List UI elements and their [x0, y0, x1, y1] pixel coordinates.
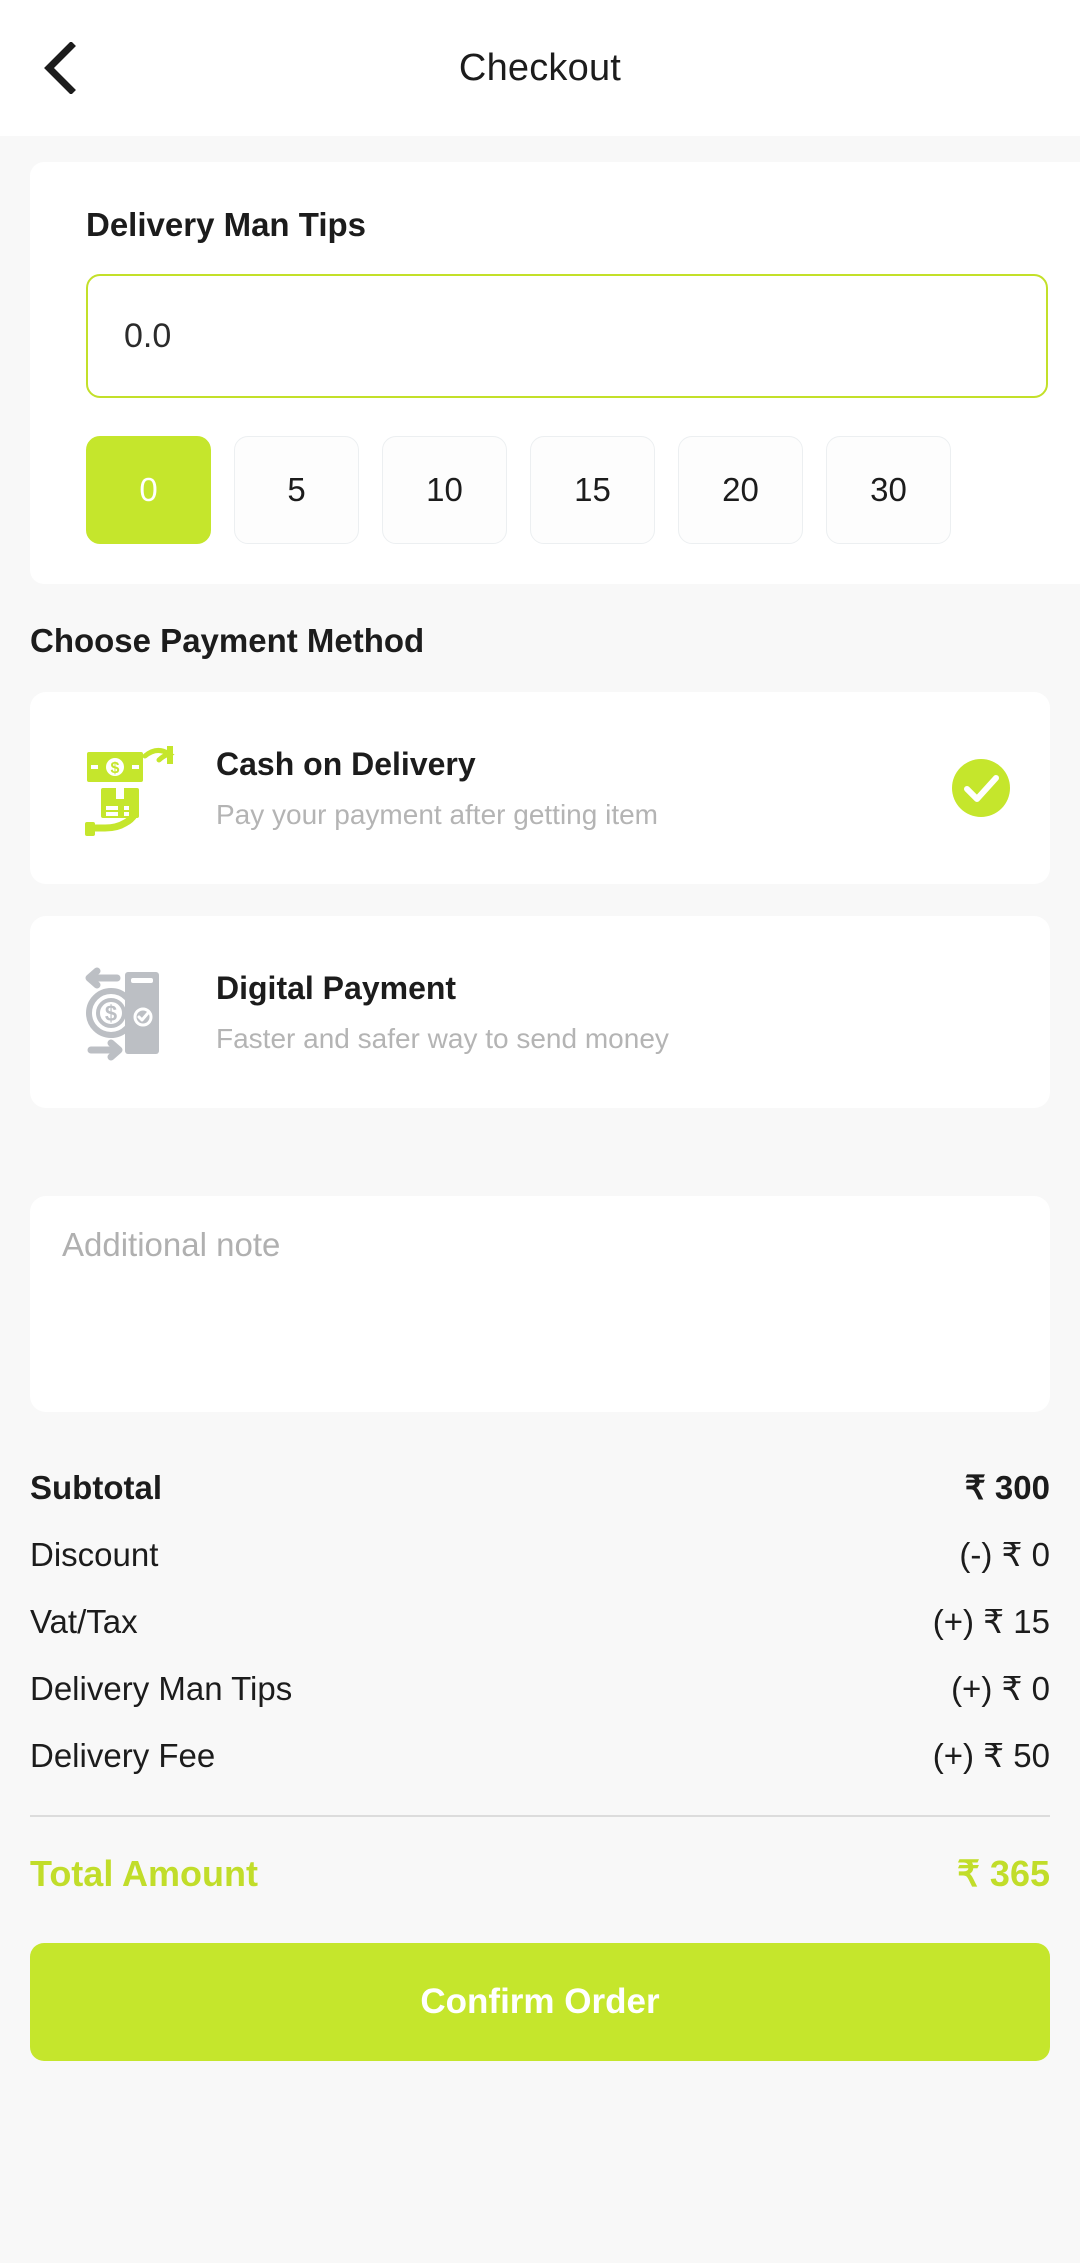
tip-chip-1[interactable]: 5: [234, 436, 359, 544]
tip-chip-4[interactable]: 20: [678, 436, 803, 544]
total-amount-value: ₹ 365: [957, 1853, 1050, 1894]
payment-method-title: Cash on Delivery: [216, 745, 476, 782]
tip-chip-5[interactable]: 30: [826, 436, 951, 544]
summary-row-subtotal: Subtotal ₹ 300: [30, 1454, 1050, 1521]
confirm-order-button[interactable]: Confirm Order: [30, 1943, 1050, 2061]
digital-payment-icon: $: [78, 957, 188, 1067]
tip-chip-label: 20: [722, 471, 759, 508]
summary-row-vat-tax: Vat/Tax (+) ₹ 15: [30, 1588, 1050, 1655]
back-button[interactable]: [30, 39, 88, 97]
summary-row-discount: Discount (-) ₹ 0: [30, 1521, 1050, 1588]
tip-chip-label: 15: [574, 471, 611, 508]
summary-label: Delivery Man Tips: [30, 1670, 293, 1707]
payment-method-cash-on-delivery[interactable]: $ Cash on Delivery Pay your payment afte…: [30, 692, 1050, 884]
summary-value: (-) ₹ 0: [959, 1536, 1050, 1573]
tip-chip-label: 10: [426, 471, 463, 508]
total-amount-row: Total Amount ₹ 365: [30, 1853, 1050, 1895]
payment-method-texts: Cash on Delivery Pay your payment after …: [216, 746, 952, 831]
tip-chip-3[interactable]: 15: [530, 436, 655, 544]
summary-label: Delivery Fee: [30, 1737, 216, 1774]
tip-chip-label: 30: [870, 471, 907, 508]
page-title: Checkout: [458, 46, 622, 89]
svg-text:$: $: [105, 1001, 117, 1026]
tip-chip-0[interactable]: 0: [86, 436, 211, 544]
summary-row-delivery-fee: Delivery Fee (+) ₹ 50: [30, 1722, 1050, 1789]
summary-divider: [30, 1815, 1050, 1817]
app-bar: Checkout: [0, 0, 1080, 136]
payment-method-title: Digital Payment: [216, 969, 457, 1006]
tip-preset-row[interactable]: 0 5 10 15 20 30: [86, 436, 1080, 544]
svg-text:$: $: [111, 760, 120, 777]
chevron-left-icon: [42, 42, 76, 94]
order-summary: Subtotal ₹ 300 Discount (-) ₹ 0 Vat/Tax …: [30, 1454, 1050, 1895]
summary-value: ₹ 300: [964, 1469, 1050, 1506]
cash-on-delivery-icon: $: [78, 733, 188, 843]
payment-method-digital-payment[interactable]: $ Digital Payment Faster and safer way t…: [30, 916, 1050, 1108]
delivery-tips-label: Delivery Man Tips: [86, 206, 367, 243]
summary-row-delivery-man-tips: Delivery Man Tips (+) ₹ 0: [30, 1655, 1050, 1722]
additional-note-input[interactable]: [62, 1224, 1018, 1384]
payment-method-subtitle: Faster and safer way to send money: [216, 1022, 669, 1054]
summary-label: Discount: [30, 1536, 159, 1573]
check-circle-icon: [952, 759, 1010, 817]
summary-value: (+) ₹ 50: [932, 1737, 1050, 1774]
payment-method-texts: Digital Payment Faster and safer way to …: [216, 970, 952, 1055]
additional-note-card: [30, 1196, 1050, 1412]
summary-value: (+) ₹ 15: [932, 1603, 1050, 1640]
total-amount-label: Total Amount: [30, 1853, 258, 1894]
summary-value: (+) ₹ 0: [951, 1670, 1050, 1707]
tip-chip-2[interactable]: 10: [382, 436, 507, 544]
tip-chip-label: 0: [139, 471, 158, 508]
payment-method-heading: Choose Payment Method: [30, 622, 425, 659]
payment-method-subtitle: Pay your payment after getting item: [216, 798, 658, 830]
tip-chip-label: 5: [287, 471, 306, 508]
delivery-tips-card: Delivery Man Tips 0 5 10 15 20 30: [30, 162, 1080, 584]
summary-label: Vat/Tax: [30, 1603, 138, 1640]
checkout-screen: Checkout Delivery Man Tips 0 5 10 15 20 …: [0, 0, 1080, 2263]
summary-label: Subtotal: [30, 1469, 162, 1506]
delivery-tips-input[interactable]: [86, 274, 1048, 398]
